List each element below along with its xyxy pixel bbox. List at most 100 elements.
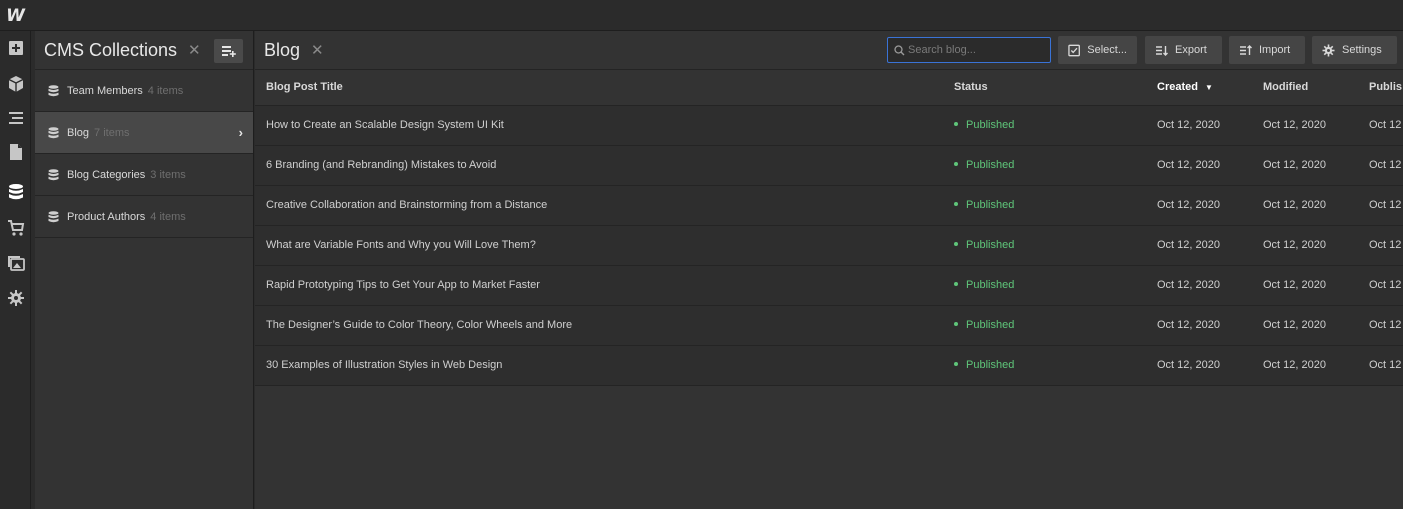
cell-modified: Oct 12, 2020 — [1252, 265, 1358, 306]
import-button[interactable]: Import — [1229, 36, 1305, 64]
blog-header: Blog ✕ Select... Export Import Settings — [255, 31, 1403, 70]
cell-created: Oct 12, 2020 — [1146, 265, 1252, 306]
table-row[interactable]: The Designer’s Guide to Color Theory, Co… — [255, 305, 1403, 346]
collection-item-blog[interactable]: Blog 7 items › — [35, 112, 253, 154]
table-row[interactable]: 30 Examples of Illustration Styles in We… — [255, 345, 1403, 386]
cell-modified: Oct 12, 2020 — [1252, 105, 1358, 146]
status-dot-icon — [954, 162, 958, 167]
status-label: Published — [966, 119, 1015, 131]
cell-status: Published — [943, 225, 1146, 266]
status-label: Published — [966, 279, 1015, 291]
cell-status: Published — [943, 265, 1146, 306]
status-label: Published — [966, 359, 1015, 371]
cell-status: Published — [943, 145, 1146, 186]
cell-created: Oct 12, 2020 — [1146, 105, 1252, 146]
add-panel-button[interactable] — [0, 31, 31, 65]
cell-created: Oct 12, 2020 — [1146, 185, 1252, 226]
cms-collections-panel: CMS Collections ✕ Team Members 4 items B… — [35, 31, 254, 509]
settings-panel-button[interactable] — [0, 281, 31, 315]
settings-button[interactable]: Settings — [1312, 36, 1397, 64]
collection-name: Blog Categories — [67, 168, 146, 181]
status-dot-icon — [954, 122, 958, 127]
cell-title: The Designer’s Guide to Color Theory, Co… — [255, 305, 943, 346]
status-label: Published — [966, 199, 1015, 211]
column-header-status[interactable]: Status — [943, 70, 1146, 106]
cell-published: Oct 12 — [1358, 265, 1403, 306]
cell-status: Published — [943, 345, 1146, 386]
search-box[interactable] — [887, 37, 1051, 63]
table-row[interactable]: Rapid Prototyping Tips to Get Your App t… — [255, 265, 1403, 306]
blog-title: Blog — [264, 39, 301, 60]
symbols-panel-button[interactable] — [0, 67, 31, 101]
import-label: Import — [1259, 44, 1291, 56]
cell-published: Oct 12 — [1358, 105, 1403, 146]
status-dot-icon — [954, 362, 958, 367]
ecommerce-icon — [7, 220, 24, 236]
left-toolbar — [0, 31, 31, 509]
cell-published: Oct 12 — [1358, 185, 1403, 226]
collection-count: 7 items — [94, 126, 130, 139]
collection-name: Product Authors — [67, 210, 146, 223]
cell-created: Oct 12, 2020 — [1146, 225, 1252, 266]
cms-panel-button[interactable] — [0, 175, 31, 209]
cell-status: Published — [943, 185, 1146, 226]
close-blog-button[interactable]: ✕ — [311, 41, 324, 59]
cell-created: Oct 12, 2020 — [1146, 305, 1252, 346]
collection-item-product-authors[interactable]: Product Authors 4 items — [35, 196, 253, 238]
assets-panel-button[interactable] — [0, 246, 31, 280]
column-header-created[interactable]: Created ▼ — [1146, 70, 1252, 106]
select-label: Select... — [1087, 44, 1127, 56]
collection-item-team-members[interactable]: Team Members 4 items — [35, 70, 253, 112]
export-button[interactable]: Export — [1145, 36, 1222, 64]
blog-items-table: Blog Post Title Status Created ▼ Modified… — [255, 70, 1403, 386]
pages-icon — [9, 144, 22, 160]
webflow-logo[interactable]: W — [0, 0, 31, 31]
column-header-created-label: Created — [1157, 81, 1198, 94]
column-header-modified[interactable]: Modified — [1252, 70, 1358, 106]
column-header-title[interactable]: Blog Post Title — [255, 70, 943, 106]
cell-created: Oct 12, 2020 — [1146, 345, 1252, 386]
cell-title: 30 Examples of Illustration Styles in We… — [255, 345, 943, 386]
database-icon — [48, 168, 59, 180]
top-bar: W — [0, 0, 1403, 31]
cell-title: How to Create an Scalable Design System … — [255, 105, 943, 146]
cell-published: Oct 12 — [1358, 225, 1403, 266]
column-header-published[interactable]: Publis — [1358, 70, 1403, 106]
navigator-panel-button[interactable] — [0, 101, 31, 135]
cell-status: Published — [943, 305, 1146, 346]
cell-title: Creative Collaboration and Brainstorming… — [255, 185, 943, 226]
cell-published: Oct 12 — [1358, 345, 1403, 386]
gear-icon — [1322, 44, 1335, 56]
collection-name: Team Members — [67, 84, 143, 97]
box-icon — [8, 76, 23, 92]
table-row[interactable]: Creative Collaboration and Brainstorming… — [255, 185, 1403, 226]
navigator-icon — [8, 112, 23, 124]
sort-caret-icon: ▼ — [1204, 83, 1213, 93]
table-row[interactable]: How to Create an Scalable Design System … — [255, 105, 1403, 146]
checkbox-icon — [1068, 44, 1080, 56]
cell-title: What are Variable Fonts and Why you Will… — [255, 225, 943, 266]
pages-panel-button[interactable] — [0, 135, 31, 169]
status-dot-icon — [954, 202, 958, 207]
cell-modified: Oct 12, 2020 — [1252, 145, 1358, 186]
settings-label: Settings — [1342, 44, 1382, 56]
close-collections-button[interactable]: ✕ — [188, 41, 201, 59]
cell-status: Published — [943, 105, 1146, 146]
table-header-row: Blog Post Title Status Created ▼ Modified… — [255, 70, 1403, 106]
assets-icon — [7, 256, 25, 271]
cell-created: Oct 12, 2020 — [1146, 145, 1252, 186]
collection-count: 3 items — [150, 168, 186, 181]
table-row[interactable]: 6 Branding (and Rebranding) Mistakes to … — [255, 145, 1403, 186]
search-input[interactable] — [908, 44, 1038, 56]
search-icon — [894, 44, 905, 55]
add-collection-button[interactable] — [214, 39, 243, 63]
table-row[interactable]: What are Variable Fonts and Why you Will… — [255, 225, 1403, 266]
collection-item-blog-categories[interactable]: Blog Categories 3 items — [35, 154, 253, 196]
add-collection-icon — [221, 46, 236, 57]
select-button[interactable]: Select... — [1058, 36, 1137, 64]
ecommerce-panel-button[interactable] — [0, 211, 31, 245]
database-icon — [48, 84, 59, 96]
cell-modified: Oct 12, 2020 — [1252, 225, 1358, 266]
database-icon — [48, 126, 59, 138]
cms-icon — [8, 184, 23, 200]
